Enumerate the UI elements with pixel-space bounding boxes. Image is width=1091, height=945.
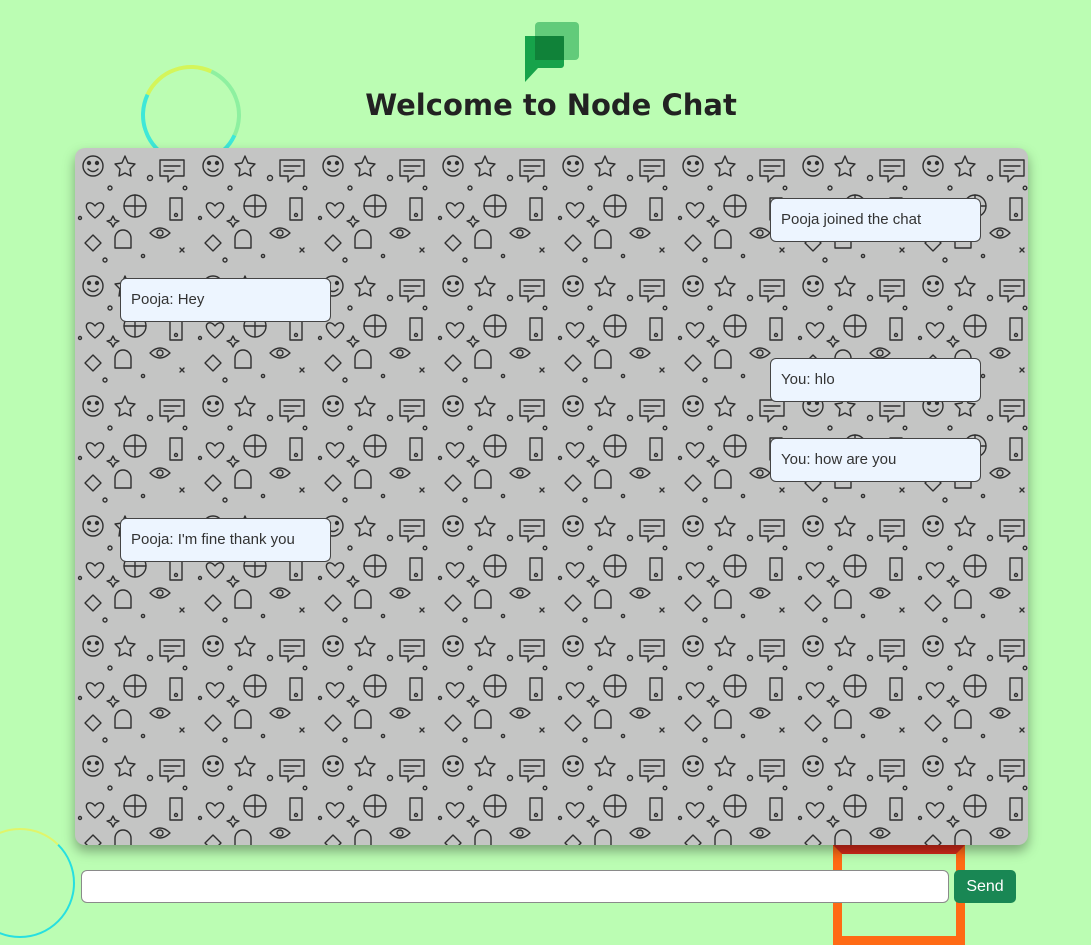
chat-logo-icon [525,22,579,82]
chat-message-2: You: hlo [770,358,981,402]
chat-message-area[interactable]: Pooja joined the chat Pooja: Hey You: hl… [75,148,1028,845]
decorative-ring-bottom [0,828,75,938]
chat-message-1: Pooja: Hey [120,278,331,322]
message-input[interactable] [81,870,949,903]
chat-message-4: Pooja: I'm fine thank you [120,518,331,562]
send-button[interactable]: Send [954,870,1016,903]
page-title: Welcome to Node Chat [365,88,737,122]
chat-message-0: Pooja joined the chat [770,198,981,242]
chat-message-3: You: how are you [770,438,981,482]
doodle-pattern-background [75,148,1028,845]
